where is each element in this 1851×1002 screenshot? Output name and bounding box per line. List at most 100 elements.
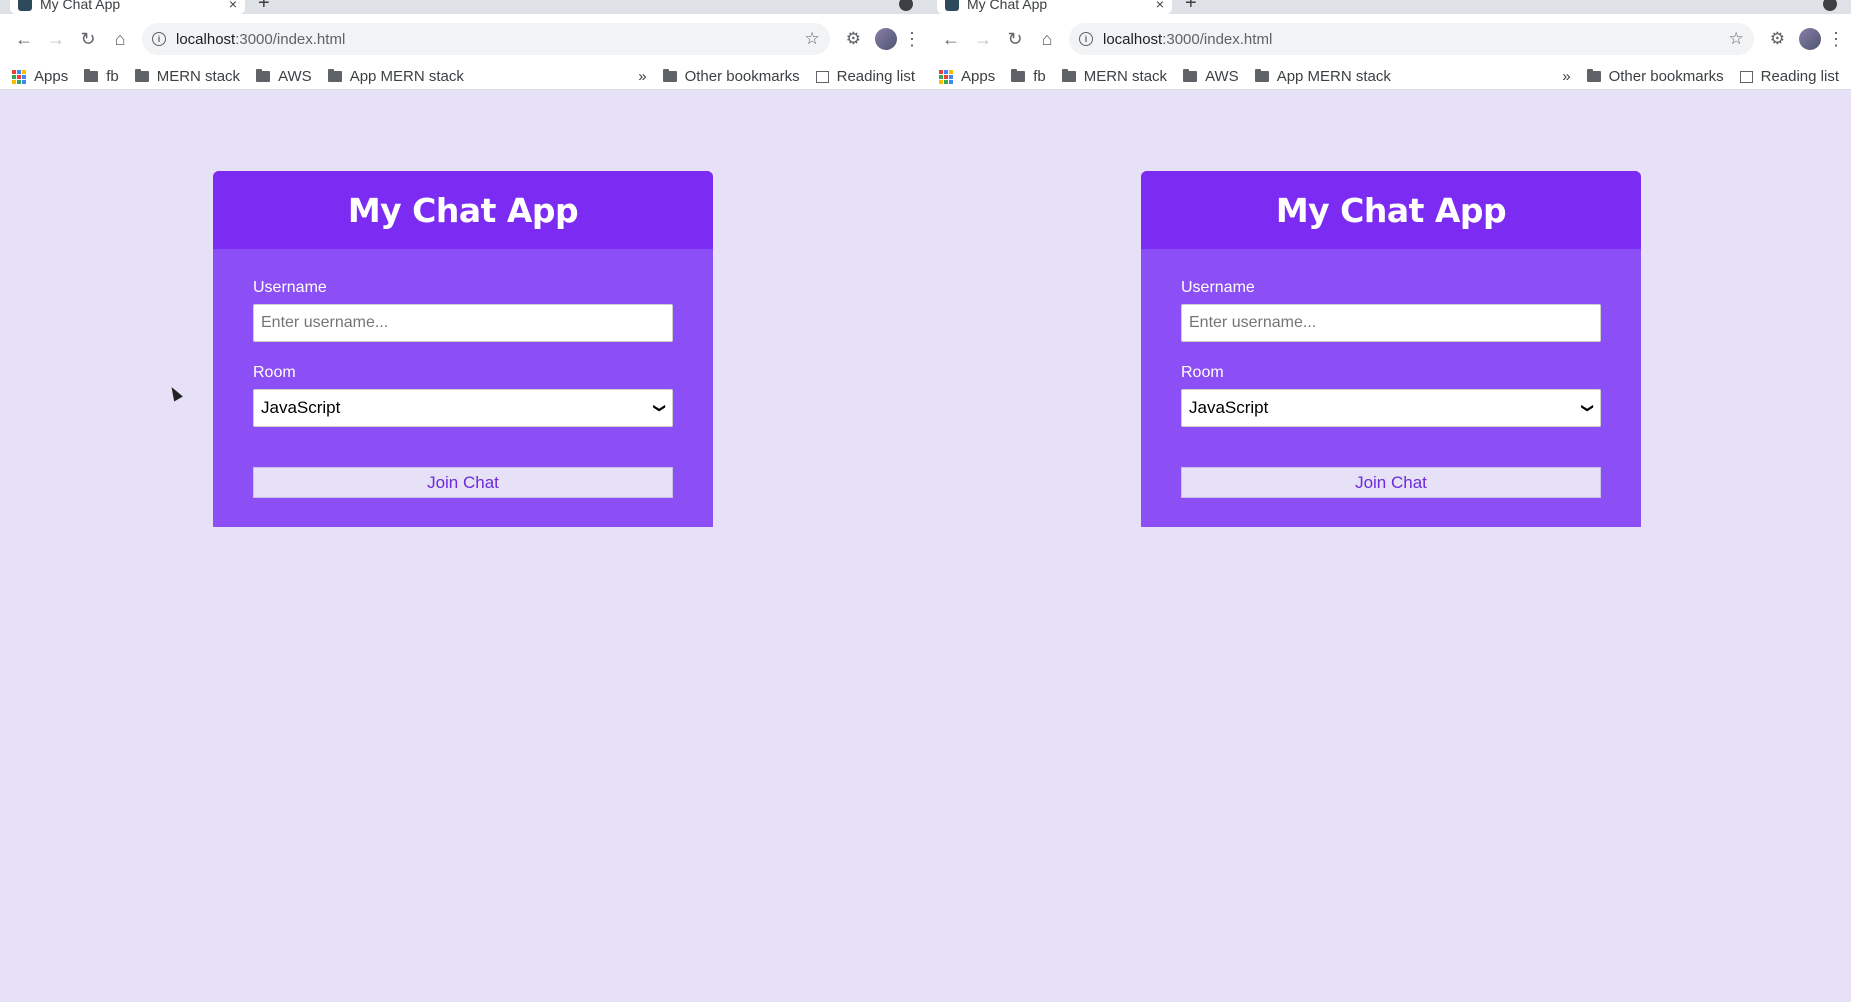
tab-my-chat-app[interactable]: My Chat App × xyxy=(937,0,1172,14)
folder-icon xyxy=(1254,69,1269,82)
back-arrow-icon[interactable]: ← xyxy=(8,23,40,55)
bookmark-label: fb xyxy=(106,68,119,85)
home-icon[interactable]: ⌂ xyxy=(1031,23,1063,55)
info-icon[interactable]: i xyxy=(1079,32,1093,46)
bookmark-label: Apps xyxy=(961,68,996,85)
bookmark-folder-mern-stack[interactable]: MERN stack xyxy=(1061,68,1168,85)
chevron-down-icon: ❯ xyxy=(1580,402,1595,414)
forward-arrow-icon[interactable]: → xyxy=(40,23,72,55)
reading-list[interactable]: Reading list xyxy=(815,68,915,85)
address-bar[interactable]: i localhost:3000/index.html ☆ xyxy=(142,23,830,55)
reload-icon[interactable]: ↻ xyxy=(999,23,1031,55)
join-chat-button[interactable]: Join Chat xyxy=(1181,467,1601,498)
tab-title: My Chat App xyxy=(967,0,1048,12)
bookmark-apps[interactable]: Apps xyxy=(939,68,995,85)
tab-strip: My Chat App × + xyxy=(927,0,1851,14)
tab-strip: My Chat App × + xyxy=(0,0,927,14)
bookmark-label: fb xyxy=(1033,68,1046,85)
reading-list-icon xyxy=(815,70,829,83)
extensions-puzzle-icon[interactable]: ⚙ xyxy=(846,29,861,49)
tab-my-chat-app[interactable]: My Chat App × xyxy=(10,0,245,14)
info-icon[interactable]: i xyxy=(152,32,166,46)
username-label: Username xyxy=(253,279,327,296)
bookmark-star-icon[interactable]: ☆ xyxy=(1729,29,1744,49)
bookmark-label: MERN stack xyxy=(1083,68,1168,85)
bookmark-other[interactable]: Other bookmarks xyxy=(662,68,800,85)
bookmark-folder-aws[interactable]: AWS xyxy=(1183,68,1239,85)
back-arrow-icon[interactable]: ← xyxy=(935,23,967,55)
new-tab-button[interactable]: + xyxy=(1185,0,1197,15)
bookmark-label: AWS xyxy=(1205,68,1239,85)
tab-search-icon[interactable] xyxy=(1823,0,1837,11)
url-host: localhost xyxy=(1103,30,1163,48)
tab-close-icon[interactable]: × xyxy=(1156,0,1164,12)
bookmark-folder-app-mern-stack[interactable]: App MERN stack xyxy=(327,68,464,85)
bookmark-folder-fb[interactable]: fb xyxy=(1011,68,1046,85)
app-title: My Chat App xyxy=(347,190,579,230)
bookmark-folder-app-mern-stack[interactable]: App MERN stack xyxy=(1254,68,1391,85)
browser-toolbar: ← → ↻ ⌂ i localhost:3000/index.html ☆ ⚙ … xyxy=(0,14,927,64)
forward-arrow-icon[interactable]: → xyxy=(967,23,999,55)
bookmarks-overflow-icon[interactable]: » xyxy=(638,68,646,85)
apps-grid-icon xyxy=(939,69,953,84)
username-input[interactable]: Enter username... xyxy=(253,304,673,342)
bookmark-label: MERN stack xyxy=(156,68,241,85)
room-select[interactable]: JavaScript ❯ xyxy=(1181,389,1601,427)
profile-avatar[interactable] xyxy=(875,28,897,50)
bookmark-folder-fb[interactable]: fb xyxy=(84,68,119,85)
join-card: My Chat App Username Enter username... R… xyxy=(213,171,713,527)
username-input[interactable]: Enter username... xyxy=(1181,304,1601,342)
room-label: Room xyxy=(1181,364,1224,381)
extensions-puzzle-icon[interactable]: ⚙ xyxy=(1770,29,1785,49)
bookmark-label: Reading list xyxy=(836,68,915,85)
bookmarks-bar: Apps fb MERN stack AWS App MERN stack » … xyxy=(927,64,1851,90)
bookmark-label: AWS xyxy=(278,68,312,85)
room-selected-value: JavaScript xyxy=(261,398,341,417)
bookmark-folder-aws[interactable]: AWS xyxy=(256,68,312,85)
folder-icon xyxy=(1586,69,1601,82)
bookmark-label: Other bookmarks xyxy=(1608,68,1724,85)
bookmark-apps[interactable]: Apps xyxy=(12,68,68,85)
browser-toolbar: ← → ↻ ⌂ i localhost:3000/index.html ☆ ⚙ … xyxy=(927,14,1851,64)
reading-list[interactable]: Reading list xyxy=(1739,68,1839,85)
folder-icon xyxy=(1183,69,1198,82)
profile-avatar[interactable] xyxy=(1799,28,1821,50)
folder-icon xyxy=(1011,69,1026,82)
folder-icon xyxy=(134,69,149,82)
reload-icon[interactable]: ↻ xyxy=(72,23,104,55)
room-select[interactable]: JavaScript ❯ xyxy=(253,389,673,427)
room-selected-value: JavaScript xyxy=(1189,398,1269,417)
browser-window-right: My Chat App × + ← → ↻ ⌂ i localhost:3000… xyxy=(927,0,1851,1002)
react-favicon-icon xyxy=(18,0,32,11)
tab-search-icon[interactable] xyxy=(899,0,913,11)
join-chat-button[interactable]: Join Chat xyxy=(253,467,673,498)
bookmarks-overflow-icon[interactable]: » xyxy=(1562,68,1570,85)
bookmark-star-icon[interactable]: ☆ xyxy=(805,29,820,49)
folder-icon xyxy=(84,69,99,82)
bookmarks-bar: Apps fb MERN stack AWS App MERN stack » … xyxy=(0,64,927,90)
react-favicon-icon xyxy=(945,0,959,11)
bookmark-label: App MERN stack xyxy=(1276,68,1391,85)
bookmark-other[interactable]: Other bookmarks xyxy=(1586,68,1724,85)
card-header: My Chat App xyxy=(213,171,713,249)
reading-list-icon xyxy=(1739,70,1753,83)
new-tab-button[interactable]: + xyxy=(258,0,270,15)
address-bar[interactable]: i localhost:3000/index.html ☆ xyxy=(1069,23,1754,55)
split-screen: My Chat App × + ← → ↻ ⌂ i localhost:3000… xyxy=(0,0,1851,1002)
bookmark-label: Reading list xyxy=(1760,68,1839,85)
folder-icon xyxy=(256,69,271,82)
folder-icon xyxy=(662,69,677,82)
folder-icon xyxy=(1061,69,1076,82)
join-form: Username Enter username... Room JavaScri… xyxy=(1141,249,1641,498)
username-label: Username xyxy=(1181,279,1255,296)
bookmark-folder-mern-stack[interactable]: MERN stack xyxy=(134,68,241,85)
home-icon[interactable]: ⌂ xyxy=(104,23,136,55)
kebab-menu-icon[interactable]: ⋮ xyxy=(903,29,921,50)
url-path: :3000/index.html xyxy=(1162,30,1273,48)
room-label: Room xyxy=(253,364,296,381)
kebab-menu-icon[interactable]: ⋮ xyxy=(1827,29,1845,50)
tab-close-icon[interactable]: × xyxy=(229,0,237,12)
url-path: :3000/index.html xyxy=(235,30,346,48)
browser-window-left: My Chat App × + ← → ↻ ⌂ i localhost:3000… xyxy=(0,0,927,1002)
folder-icon xyxy=(327,69,342,82)
